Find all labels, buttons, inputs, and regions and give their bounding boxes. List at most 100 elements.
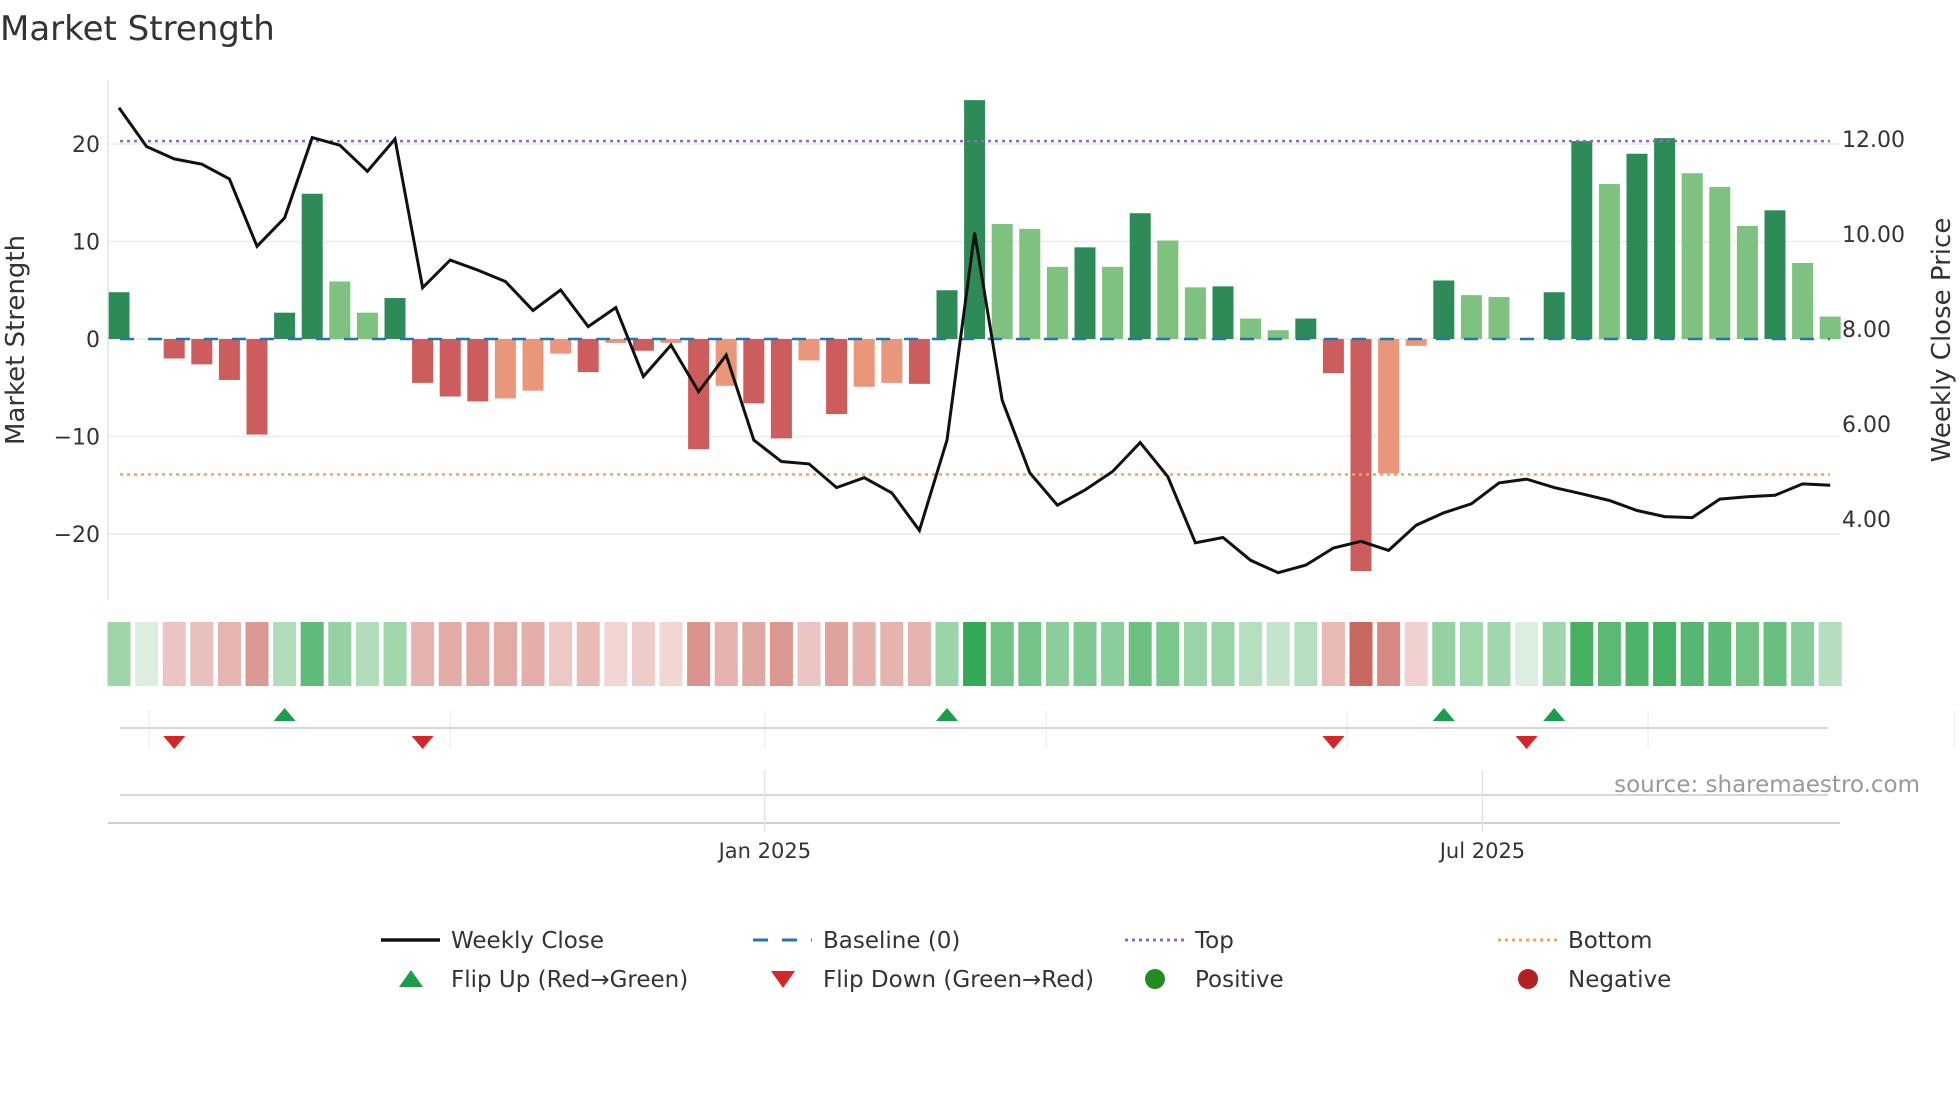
y-tick-label: 0 <box>86 328 100 353</box>
heatmap-cell <box>1432 622 1456 686</box>
heatmap-cell <box>1349 622 1373 686</box>
chart-title: Market Strength <box>0 9 275 49</box>
heatmap-cell <box>1294 622 1318 686</box>
strength-bar <box>632 339 654 351</box>
strength-bar <box>1819 316 1841 339</box>
heatmap-cell <box>742 622 766 686</box>
strength-bar <box>467 339 489 402</box>
strength-bar <box>218 339 240 380</box>
strength-bar <box>936 290 958 339</box>
heatmap-cell <box>769 622 793 686</box>
strength-bar <box>108 292 130 339</box>
y-tick-label: −20 <box>54 523 100 548</box>
strength-bar <box>881 339 903 383</box>
legend-label: Positive <box>1195 967 1284 993</box>
heatmap-cell <box>659 622 683 686</box>
strength-bar <box>908 339 930 384</box>
heatmap-cell <box>1404 622 1428 686</box>
heatmap-cell <box>1625 622 1649 686</box>
heatmap-cell <box>1791 622 1815 686</box>
strength-bar <box>301 193 323 339</box>
heatmap-cell <box>687 622 711 686</box>
heatmap-cell <box>1073 622 1097 686</box>
strength-bar <box>1350 339 1372 572</box>
heatmap-cell <box>438 622 462 686</box>
heatmap-cell <box>1266 622 1290 686</box>
heatmap-cell <box>1211 622 1235 686</box>
strength-bar <box>1654 138 1676 339</box>
legend-label: Flip Down (Green→Red) <box>823 967 1094 993</box>
flip-up-icon <box>399 970 423 987</box>
heatmap-cell <box>411 622 435 686</box>
heatmap-cell <box>1239 622 1263 686</box>
flip-down-marker <box>163 736 186 749</box>
strength-bar <box>1267 330 1289 339</box>
heatmap-cell <box>493 622 517 686</box>
x-tick-label: Jul 2025 <box>1438 839 1525 863</box>
strength-bar <box>1295 318 1317 339</box>
legend-label: Negative <box>1568 967 1671 993</box>
y2-axis-label: Weekly Close Price <box>1927 218 1957 463</box>
legend-label: Flip Up (Red→Green) <box>451 967 688 993</box>
heatmap-cell <box>466 622 490 686</box>
strength-bar <box>798 339 820 361</box>
heatmap-cell <box>1763 622 1787 686</box>
strength-bar <box>964 100 986 339</box>
strength-bar <box>274 312 296 339</box>
strength-bar <box>1102 266 1124 339</box>
strength-bar <box>1240 318 1262 339</box>
strength-bar <box>1322 339 1344 374</box>
heatmap-cell <box>549 622 573 686</box>
strength-bar <box>522 339 544 391</box>
strength-heatmap <box>107 622 1842 686</box>
y-axis-label: Market Strength <box>1 235 31 445</box>
strength-bar <box>494 339 516 399</box>
legend-label: Baseline (0) <box>823 928 960 954</box>
heatmap-cell <box>1680 622 1704 686</box>
strength-bar <box>246 339 268 435</box>
x-tick-label: Jan 2025 <box>717 839 812 863</box>
heatmap-cell <box>907 622 931 686</box>
strength-bar <box>1046 266 1068 339</box>
legend-label: Bottom <box>1568 928 1652 954</box>
heatmap-cell <box>328 622 352 686</box>
strength-bar <box>1681 173 1703 339</box>
y2-tick-label: 4.00 <box>1842 508 1891 533</box>
heatmap-cell <box>576 622 600 686</box>
strength-bar <box>1157 240 1179 339</box>
strength-bar <box>1571 141 1593 339</box>
heatmap-cell <box>521 622 545 686</box>
heatmap-cell <box>383 622 407 686</box>
strength-bar <box>1074 247 1096 339</box>
heatmap-cell <box>1487 622 1511 686</box>
heatmap-cell <box>273 622 297 686</box>
heatmap-cell <box>355 622 379 686</box>
flip-down-marker <box>1322 736 1345 749</box>
strength-bar <box>826 339 848 415</box>
heatmap-cell <box>1101 622 1125 686</box>
source-credit: source: sharemaestro.com <box>1614 772 1920 798</box>
strength-bar <box>1460 295 1482 339</box>
strength-bar <box>1792 262 1814 339</box>
strength-bar <box>550 339 572 354</box>
flip-down-marker <box>411 736 434 749</box>
strength-bar <box>439 339 461 397</box>
strength-bar <box>1212 286 1234 339</box>
heatmap-cell <box>852 622 876 686</box>
strength-bar <box>1488 297 1510 339</box>
heatmap-cell <box>1542 622 1566 686</box>
y2-tick-label: 8.00 <box>1842 318 1891 343</box>
heatmap-cell <box>880 622 904 686</box>
heatmap-cell <box>1156 622 1180 686</box>
heatmap-cell <box>990 622 1014 686</box>
heatmap-cell <box>1183 622 1207 686</box>
strength-bar <box>1543 292 1565 339</box>
flip-up-marker <box>1432 708 1455 721</box>
heatmap-cell <box>1018 622 1042 686</box>
heatmap-cell <box>935 622 959 686</box>
heatmap-cell <box>825 622 849 686</box>
heatmap-cell <box>1377 622 1401 686</box>
heatmap-cell <box>1515 622 1539 686</box>
strength-bar <box>1184 287 1206 339</box>
strength-bar <box>191 339 213 365</box>
